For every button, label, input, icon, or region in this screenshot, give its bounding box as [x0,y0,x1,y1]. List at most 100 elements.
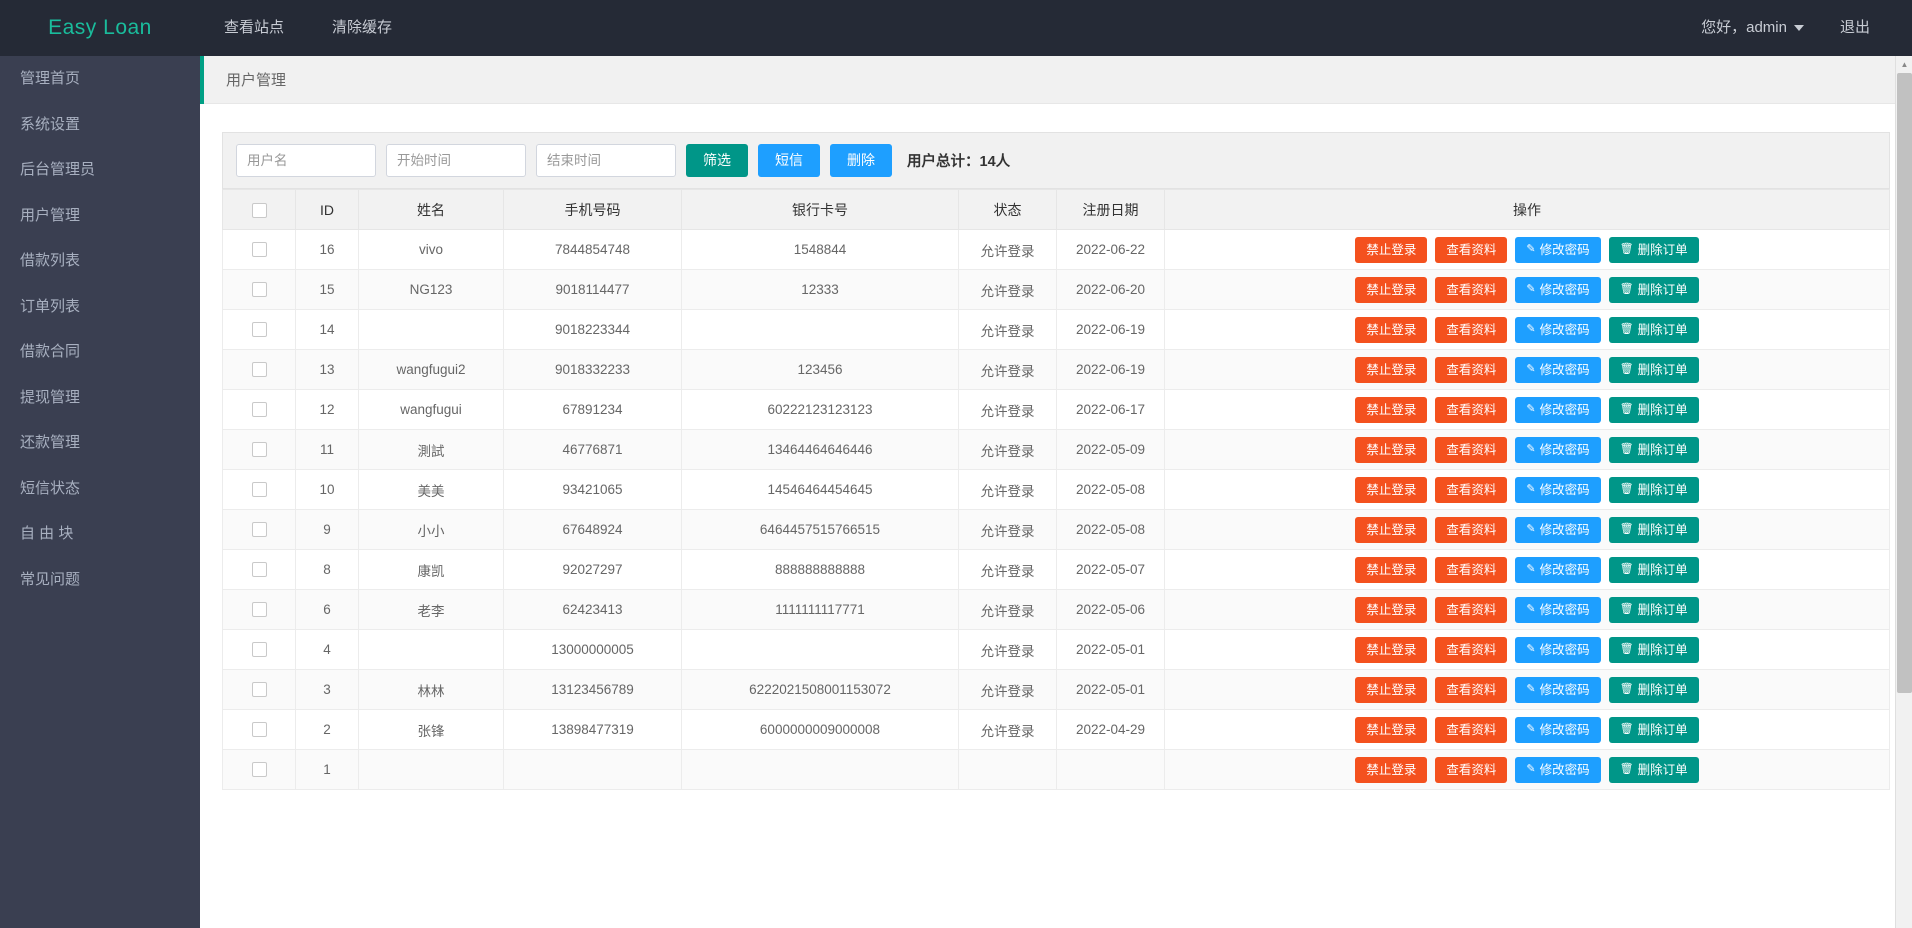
sidebar-item-faq[interactable]: 常见问题 [0,557,200,603]
delete-order-button[interactable]: 🗑删除订单 [1609,597,1699,623]
row-checkbox[interactable] [252,482,267,497]
scroll-up-arrow[interactable]: ▲ [1896,56,1912,73]
view-info-button[interactable]: 查看资料 [1435,277,1507,303]
ban-login-button[interactable]: 禁止登录 [1355,677,1427,703]
change-password-button[interactable]: ✎修改密码 [1515,597,1600,623]
th-name[interactable]: 姓名 [359,190,504,230]
sidebar-item-settings[interactable]: 系统设置 [0,102,200,148]
ban-login-button[interactable]: 禁止登录 [1355,437,1427,463]
ban-login-button[interactable]: 禁止登录 [1355,277,1427,303]
username-input[interactable] [236,144,376,177]
ban-login-button[interactable]: 禁止登录 [1355,517,1427,543]
delete-order-button[interactable]: 🗑删除订单 [1609,757,1699,783]
row-checkbox[interactable] [252,442,267,457]
row-checkbox[interactable] [252,642,267,657]
ban-login-button[interactable]: 禁止登录 [1355,597,1427,623]
row-checkbox[interactable] [252,722,267,737]
view-info-button[interactable]: 查看资料 [1435,517,1507,543]
select-all-checkbox[interactable] [252,203,267,218]
delete-order-button[interactable]: 🗑删除订单 [1609,397,1699,423]
delete-order-button[interactable]: 🗑删除订单 [1609,677,1699,703]
change-password-button[interactable]: ✎修改密码 [1515,237,1600,263]
view-info-button[interactable]: 查看资料 [1435,237,1507,263]
view-info-button[interactable]: 查看资料 [1435,637,1507,663]
change-password-button[interactable]: ✎修改密码 [1515,317,1600,343]
sidebar-item-repayments[interactable]: 还款管理 [0,420,200,466]
scrollbar-thumb[interactable] [1897,73,1912,693]
ban-login-button[interactable]: 禁止登录 [1355,557,1427,583]
view-info-button[interactable]: 查看资料 [1435,477,1507,503]
change-password-button[interactable]: ✎修改密码 [1515,677,1600,703]
change-password-button[interactable]: ✎修改密码 [1515,557,1600,583]
sidebar-item-free-block[interactable]: 自 由 块 [0,511,200,557]
row-checkbox[interactable] [252,762,267,777]
brand-logo[interactable]: Easy Loan [0,0,200,56]
view-info-button[interactable]: 查看资料 [1435,357,1507,383]
logout-button[interactable]: 退出 [1818,0,1888,56]
filter-button[interactable]: 筛选 [686,144,748,177]
th-phone[interactable]: 手机号码 [504,190,682,230]
sidebar-item-loan-list[interactable]: 借款列表 [0,238,200,284]
change-password-button[interactable]: ✎修改密码 [1515,637,1600,663]
view-info-button[interactable]: 查看资料 [1435,317,1507,343]
view-info-button[interactable]: 查看资料 [1435,557,1507,583]
ban-login-button[interactable]: 禁止登录 [1355,317,1427,343]
sidebar-item-users[interactable]: 用户管理 [0,193,200,239]
row-checkbox[interactable] [252,322,267,337]
row-checkbox[interactable] [252,242,267,257]
ban-login-button[interactable]: 禁止登录 [1355,237,1427,263]
row-checkbox[interactable] [252,282,267,297]
sidebar-item-withdrawals[interactable]: 提现管理 [0,375,200,421]
th-id[interactable]: ID [296,190,359,230]
delete-button[interactable]: 删除 [830,144,892,177]
ban-login-button[interactable]: 禁止登录 [1355,717,1427,743]
row-checkbox[interactable] [252,682,267,697]
delete-order-button[interactable]: 🗑删除订单 [1609,717,1699,743]
row-checkbox[interactable] [252,522,267,537]
delete-order-button[interactable]: 🗑删除订单 [1609,637,1699,663]
start-date-input[interactable] [386,144,526,177]
change-password-button[interactable]: ✎修改密码 [1515,277,1600,303]
view-info-button[interactable]: 查看资料 [1435,677,1507,703]
sidebar-item-sms-status[interactable]: 短信状态 [0,466,200,512]
th-status[interactable]: 状态 [959,190,1057,230]
row-checkbox[interactable] [252,602,267,617]
delete-order-button[interactable]: 🗑删除订单 [1609,517,1699,543]
change-password-button[interactable]: ✎修改密码 [1515,357,1600,383]
change-password-button[interactable]: ✎修改密码 [1515,477,1600,503]
row-checkbox[interactable] [252,562,267,577]
row-checkbox[interactable] [252,402,267,417]
view-info-button[interactable]: 查看资料 [1435,437,1507,463]
delete-order-button[interactable]: 🗑删除订单 [1609,557,1699,583]
sidebar-item-admins[interactable]: 后台管理员 [0,147,200,193]
view-info-button[interactable]: 查看资料 [1435,757,1507,783]
delete-order-button[interactable]: 🗑删除订单 [1609,437,1699,463]
delete-order-button[interactable]: 🗑删除订单 [1609,317,1699,343]
change-password-button[interactable]: ✎修改密码 [1515,717,1600,743]
ban-login-button[interactable]: 禁止登录 [1355,477,1427,503]
user-menu[interactable]: 您好，admin [1687,0,1818,56]
ban-login-button[interactable]: 禁止登录 [1355,397,1427,423]
sidebar-item-loan-contract[interactable]: 借款合同 [0,329,200,375]
end-date-input[interactable] [536,144,676,177]
change-password-button[interactable]: ✎修改密码 [1515,397,1600,423]
sidebar-item-order-list[interactable]: 订单列表 [0,284,200,330]
delete-order-button[interactable]: 🗑删除订单 [1609,277,1699,303]
ban-login-button[interactable]: 禁止登录 [1355,637,1427,663]
change-password-button[interactable]: ✎修改密码 [1515,517,1600,543]
sms-button[interactable]: 短信 [758,144,820,177]
delete-order-button[interactable]: 🗑删除订单 [1609,357,1699,383]
th-date[interactable]: 注册日期 [1057,190,1165,230]
view-info-button[interactable]: 查看资料 [1435,397,1507,423]
sidebar-item-dashboard[interactable]: 管理首页 [0,56,200,102]
th-bank[interactable]: 银行卡号 [682,190,959,230]
nav-view-site[interactable]: 查看站点 [200,0,308,56]
ban-login-button[interactable]: 禁止登录 [1355,757,1427,783]
row-checkbox[interactable] [252,362,267,377]
view-info-button[interactable]: 查看资料 [1435,597,1507,623]
change-password-button[interactable]: ✎修改密码 [1515,437,1600,463]
nav-clear-cache[interactable]: 清除缓存 [308,0,416,56]
delete-order-button[interactable]: 🗑删除订单 [1609,477,1699,503]
delete-order-button[interactable]: 🗑删除订单 [1609,237,1699,263]
change-password-button[interactable]: ✎修改密码 [1515,757,1600,783]
